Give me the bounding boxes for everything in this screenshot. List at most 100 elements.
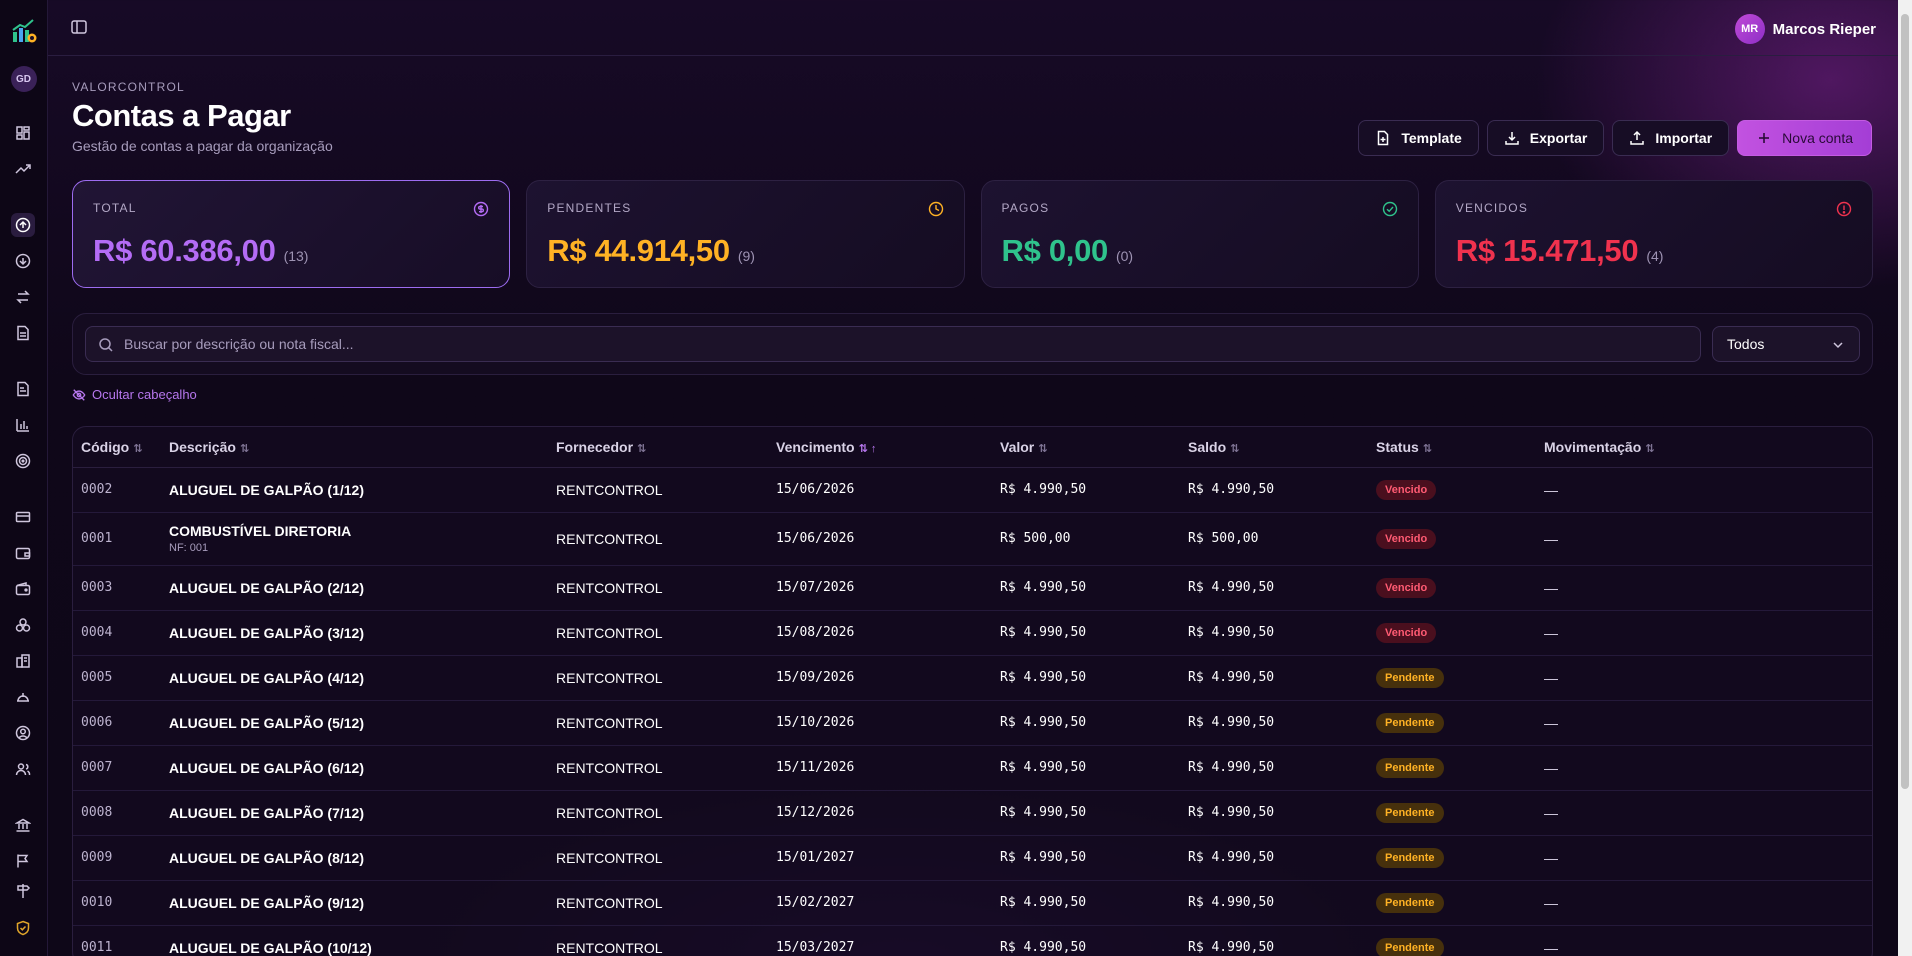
sort-icon: ⇅ bbox=[1645, 442, 1655, 455]
cell-balance: R$ 4.990,50 bbox=[1188, 565, 1376, 611]
cell-code: 0011 bbox=[73, 925, 169, 956]
sort-icon: ⇅ bbox=[133, 442, 143, 455]
cell-value: R$ 4.990,50 bbox=[1000, 700, 1188, 746]
trending-up-icon[interactable] bbox=[11, 157, 35, 181]
cell-balance: R$ 4.990,50 bbox=[1188, 880, 1376, 926]
search-icon bbox=[99, 338, 113, 352]
table-row[interactable]: 0004 ALUGUEL DE GALPÃO (3/12) RENTCONTROL 1… bbox=[73, 610, 1872, 656]
user-avatar[interactable]: MR bbox=[1734, 14, 1765, 44]
col-balance[interactable]: Saldo ⇅ bbox=[1188, 427, 1376, 468]
wallet-alt-icon[interactable] bbox=[11, 577, 35, 601]
col-status[interactable]: Status ⇅ bbox=[1376, 427, 1544, 468]
header-actions: Template Exportar Importar Nova conta bbox=[1358, 120, 1872, 156]
cell-description: ALUGUEL DE GALPÃO (8/12) bbox=[169, 835, 556, 881]
wallet-icon[interactable] bbox=[11, 541, 35, 565]
dashboard-icon[interactable] bbox=[11, 121, 35, 145]
col-due-date[interactable]: Vencimento ⇅ ↑ bbox=[776, 427, 1000, 468]
signpost-icon[interactable] bbox=[11, 884, 35, 898]
table-row[interactable]: 0006 ALUGUEL DE GALPÃO (5/12) RENTCONTROL 1… bbox=[73, 700, 1872, 746]
flag-icon[interactable] bbox=[11, 849, 35, 873]
invoice-icon[interactable] bbox=[11, 321, 35, 345]
new-account-button-label: Nova conta bbox=[1782, 130, 1853, 146]
card-total[interactable]: TOTAL R$ 60.386,00 (13) bbox=[72, 180, 511, 288]
topbar: MR Marcos Rieper bbox=[48, 0, 1898, 56]
cell-value: R$ 4.990,50 bbox=[1000, 790, 1188, 836]
org-avatar[interactable]: GD bbox=[10, 66, 37, 92]
import-button[interactable]: Importar bbox=[1612, 120, 1730, 156]
cell-due-date: 15/07/2026 bbox=[776, 565, 1000, 611]
user-name: Marcos Rieper bbox=[1772, 20, 1876, 38]
cell-supplier: RENTCONTROL bbox=[556, 610, 776, 656]
user-circle-icon[interactable] bbox=[11, 721, 35, 745]
arrow-up-circle-icon[interactable] bbox=[11, 213, 35, 237]
arrow-down-circle-icon[interactable] bbox=[11, 249, 35, 273]
table-row[interactable]: 0009 ALUGUEL DE GALPÃO (8/12) RENTCONTROL 1… bbox=[73, 835, 1872, 881]
cell-code: 0003 bbox=[73, 565, 169, 611]
users-icon[interactable] bbox=[11, 757, 35, 781]
table-row[interactable]: 0007 ALUGUEL DE GALPÃO (6/12) RENTCONTROL 1… bbox=[73, 745, 1872, 791]
description-text: ALUGUEL DE GALPÃO (3/12) bbox=[169, 624, 364, 641]
status-filter-select[interactable]: Todos bbox=[1712, 326, 1860, 362]
table-row[interactable]: 0010 ALUGUEL DE GALPÃO (9/12) RENTCONTROL 1… bbox=[73, 880, 1872, 926]
col-description[interactable]: Descrição ⇅ bbox=[169, 427, 556, 468]
col-supplier-label: Fornecedor bbox=[556, 438, 634, 455]
status-badge: Vencido bbox=[1376, 528, 1437, 549]
table-row[interactable]: 0005 ALUGUEL DE GALPÃO (4/12) RENTCONTROL 1… bbox=[73, 655, 1872, 701]
search-box[interactable] bbox=[85, 326, 1701, 362]
table-row[interactable]: 0002 ALUGUEL DE GALPÃO (1/12) RENTCONTROL 1… bbox=[73, 467, 1872, 513]
cell-balance: R$ 4.990,50 bbox=[1188, 745, 1376, 791]
cell-movement: — bbox=[1544, 655, 1872, 701]
card-count: (4) bbox=[1646, 248, 1664, 264]
cell-due-date: 15/06/2026 bbox=[776, 512, 1000, 566]
card-pagos[interactable]: PAGOS R$ 0,00 (0) bbox=[980, 180, 1419, 288]
shield-check-icon[interactable] bbox=[11, 916, 35, 940]
cell-code: 0009 bbox=[73, 835, 169, 881]
col-value[interactable]: Valor ⇅ bbox=[1000, 427, 1188, 468]
building-icon[interactable] bbox=[11, 649, 35, 673]
table-row[interactable]: 0008 ALUGUEL DE GALPÃO (7/12) RENTCONTROL 1… bbox=[73, 790, 1872, 836]
hide-header-toggle[interactable]: Ocultar cabeçalho bbox=[72, 387, 197, 402]
cell-code: 0002 bbox=[73, 467, 169, 513]
col-code[interactable]: Código ⇅ bbox=[73, 427, 169, 468]
app-logo[interactable] bbox=[11, 18, 37, 44]
card-pendentes[interactable]: PENDENTES R$ 44.914,50 (9) bbox=[526, 180, 965, 288]
target-icon[interactable] bbox=[11, 449, 35, 473]
template-button[interactable]: Template bbox=[1358, 120, 1479, 156]
col-supplier[interactable]: Fornecedor ⇅ bbox=[556, 427, 776, 468]
bar-chart-icon[interactable] bbox=[11, 413, 35, 437]
sidebar-toggle-icon[interactable] bbox=[70, 18, 88, 36]
bank-icon[interactable] bbox=[11, 813, 35, 837]
search-input[interactable] bbox=[124, 327, 1684, 361]
sort-icon: ⇅ bbox=[239, 442, 250, 455]
export-button[interactable]: Exportar bbox=[1486, 120, 1605, 156]
table-row[interactable]: 0001 COMBUSTÍVEL DIRETORIA NF: 001 RENTCONT… bbox=[73, 512, 1872, 566]
description-text: ALUGUEL DE GALPÃO (9/12) bbox=[169, 894, 364, 911]
sort-icon: ⇅ bbox=[1038, 442, 1048, 455]
summary-cards: TOTAL R$ 60.386,00 (13) PENDENTES R$ 44.… bbox=[72, 180, 1873, 288]
alert-circle-icon bbox=[1836, 201, 1852, 217]
cell-description: ALUGUEL DE GALPÃO (2/12) bbox=[169, 565, 556, 611]
table-row[interactable]: 0003 ALUGUEL DE GALPÃO (2/12) RENTCONTROL 1… bbox=[73, 565, 1872, 611]
file-plus-icon bbox=[1378, 130, 1389, 146]
coins-icon[interactable] bbox=[11, 613, 35, 637]
status-badge: Vencido bbox=[1376, 577, 1437, 598]
credit-card-icon[interactable] bbox=[11, 505, 35, 529]
document-icon[interactable] bbox=[11, 377, 35, 401]
col-movement[interactable]: Movimentação ⇅ bbox=[1544, 427, 1872, 468]
table-row[interactable]: 0011 ALUGUEL DE GALPÃO (10/12) RENTCONTROL… bbox=[73, 925, 1872, 956]
cell-status: Pendente bbox=[1376, 880, 1544, 926]
hard-hat-icon[interactable] bbox=[11, 685, 35, 709]
page-scrollbar[interactable] bbox=[1898, 0, 1912, 956]
card-vencidos[interactable]: VENCIDOS R$ 15.471,50 (4) bbox=[1434, 180, 1873, 288]
cell-code: 0006 bbox=[73, 700, 169, 746]
user-menu[interactable]: MR Marcos Rieper bbox=[1734, 14, 1876, 44]
cell-due-date: 15/01/2027 bbox=[776, 835, 1000, 881]
scrollbar-thumb[interactable] bbox=[1901, 14, 1909, 789]
cell-status: Pendente bbox=[1376, 745, 1544, 791]
cell-description: ALUGUEL DE GALPÃO (7/12) bbox=[169, 790, 556, 836]
check-circle-icon bbox=[1382, 201, 1397, 217]
status-badge: Vencido bbox=[1376, 622, 1437, 643]
new-account-button[interactable]: Nova conta bbox=[1737, 120, 1872, 156]
transfer-icon[interactable] bbox=[11, 285, 35, 309]
cell-balance: R$ 500,00 bbox=[1188, 512, 1376, 566]
